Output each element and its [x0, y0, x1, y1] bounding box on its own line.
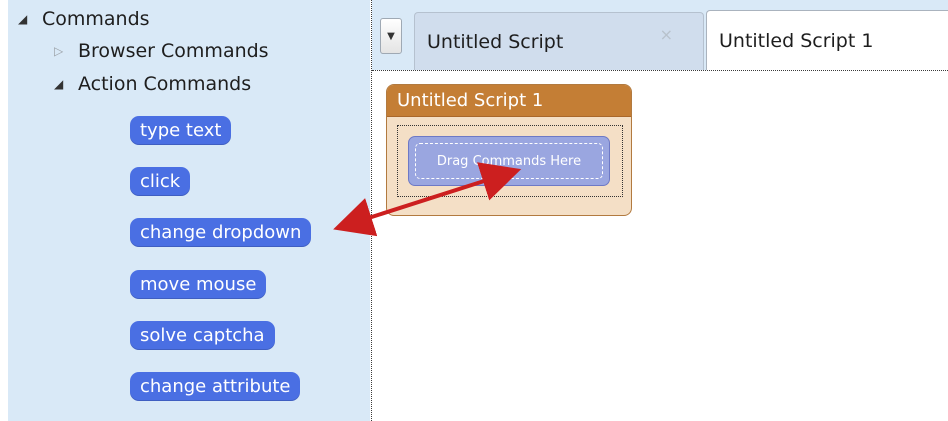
expanded-triangle-icon[interactable]: ◢	[54, 77, 68, 91]
tree-item-label: Commands	[42, 8, 150, 30]
tree-item-browser-commands[interactable]: ▷ Browser Commands	[54, 40, 269, 62]
command-type-text[interactable]: type text	[130, 116, 232, 145]
commands-sidebar: ◢ Commands ▷ Browser Commands ◢ Action C…	[0, 0, 370, 421]
chevron-down-icon: ▼	[387, 30, 395, 42]
tab-list-dropdown-button[interactable]: ▼	[380, 18, 402, 54]
tab-strip: ▼ Untitled Script × Untitled Script 1	[372, 0, 948, 70]
tab-untitled-script[interactable]: Untitled Script ×	[414, 12, 704, 70]
tab-strip-divider	[372, 70, 948, 71]
command-click[interactable]: click	[130, 167, 191, 196]
command-move-mouse[interactable]: move mouse	[130, 270, 267, 299]
tree-item-label: Action Commands	[78, 73, 252, 95]
expanded-triangle-icon[interactable]: ◢	[18, 12, 32, 26]
tree-item-commands[interactable]: ◢ Commands	[18, 8, 150, 30]
drop-zone-label: Drag Commands Here	[415, 143, 603, 179]
script-block[interactable]: Untitled Script 1 Drag Commands Here	[386, 84, 632, 216]
tree-item-action-commands[interactable]: ◢ Action Commands	[54, 73, 251, 95]
collapsed-triangle-icon[interactable]: ▷	[54, 44, 68, 58]
tab-label: Untitled Script 1	[719, 29, 874, 52]
sidebar-background	[8, 0, 370, 421]
script-block-title[interactable]: Untitled Script 1	[387, 85, 631, 117]
command-change-attribute[interactable]: change attribute	[130, 372, 301, 401]
tab-label: Untitled Script	[427, 30, 564, 53]
tab-untitled-script-1[interactable]: Untitled Script 1	[706, 10, 948, 70]
close-icon[interactable]: ×	[660, 25, 673, 44]
command-change-dropdown[interactable]: change dropdown	[130, 218, 312, 247]
command-drop-zone[interactable]: Drag Commands Here	[408, 136, 610, 186]
script-command-container: Drag Commands Here	[397, 125, 623, 197]
command-solve-captcha[interactable]: solve captcha	[130, 321, 275, 350]
tree-item-label: Browser Commands	[78, 40, 269, 62]
